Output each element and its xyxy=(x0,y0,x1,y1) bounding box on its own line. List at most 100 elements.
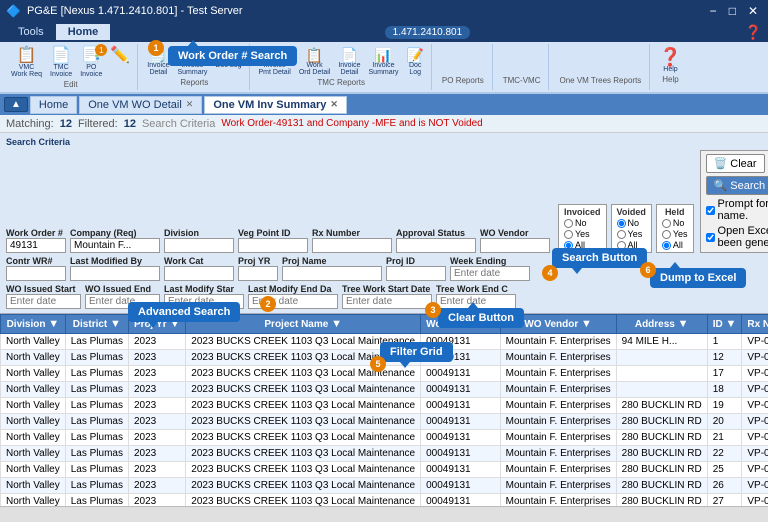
prompt-excel-checkbox-row[interactable]: Prompt for Excel file name. xyxy=(706,198,768,222)
wo-issued-end-input[interactable] xyxy=(85,294,160,309)
col-wo-vendor[interactable]: WO Vendor ▼ xyxy=(500,315,616,334)
window-controls[interactable]: − □ ✕ xyxy=(706,4,762,18)
tmc-doc-log-btn[interactable]: 📝 DocLog xyxy=(403,46,426,78)
proj-name-input[interactable] xyxy=(282,266,382,281)
rx-number-label: Rx Number xyxy=(312,228,392,238)
badge-1: 1 xyxy=(95,44,107,56)
edit-button[interactable]: ✏️ xyxy=(107,46,133,80)
close-button[interactable]: ✕ xyxy=(744,4,762,18)
nav-tab-inv-summary[interactable]: One VM Inv Summary ✕ xyxy=(204,96,347,114)
table-row[interactable]: North ValleyLas Plumas20232023 BUCKS CRE… xyxy=(1,462,768,478)
col-proj-yr[interactable]: Proj Yr ▼ xyxy=(128,315,185,334)
table-row[interactable]: North ValleyLas Plumas20232023 BUCKS CRE… xyxy=(1,382,768,398)
table-cell: Las Plumas xyxy=(65,382,128,398)
table-row[interactable]: North ValleyLas Plumas20232023 BUCKS CRE… xyxy=(1,366,768,382)
nav-back-button[interactable]: ▲ xyxy=(4,97,28,112)
wo-issued-start-input[interactable] xyxy=(6,294,81,309)
table-cell: VP-07411672 xyxy=(742,446,768,462)
work-ord-detail-btn[interactable]: 📋 WorkOrd Detail xyxy=(296,46,334,78)
tree-work-start-input[interactable] xyxy=(342,294,432,309)
wo-vendor-input[interactable] xyxy=(480,238,550,253)
invoice-detail-btn[interactable]: 🗒️ InvoiceDetail xyxy=(144,46,172,78)
table-cell: 280 BUCKLIN RD xyxy=(616,430,707,446)
tree-work-end-input[interactable] xyxy=(436,294,516,309)
ribbon-group-help: ❓ Help Help xyxy=(652,44,688,90)
held-no-option[interactable]: No xyxy=(662,218,688,228)
company-input[interactable] xyxy=(70,238,160,253)
inv-summary-tab-close[interactable]: ✕ xyxy=(330,99,338,110)
table-cell: VP-07411683 xyxy=(742,478,768,494)
last-modify-end-input[interactable] xyxy=(248,294,338,309)
tmc-invoice-summary-btn[interactable]: 📊 InvoiceSummary xyxy=(366,46,402,78)
minimize-button[interactable]: − xyxy=(706,4,721,18)
held-all-option[interactable]: All xyxy=(662,240,688,250)
table-row[interactable]: North ValleyLas Plumas20232023 BUCKS CRE… xyxy=(1,414,768,430)
prompt-excel-checkbox[interactable] xyxy=(706,206,715,215)
invoiced-no-option[interactable]: No xyxy=(564,218,601,228)
rx-number-input[interactable] xyxy=(312,238,392,253)
col-rx-number[interactable]: Rx Number ▼ xyxy=(742,315,768,334)
table-row[interactable]: North ValleyLas Plumas20232023 BUCKS CRE… xyxy=(1,334,768,350)
tab-tools[interactable]: Tools xyxy=(6,24,56,40)
work-cat-input[interactable] xyxy=(164,266,234,281)
proj-yr-input[interactable] xyxy=(238,266,278,281)
work-order-input[interactable] xyxy=(6,238,66,253)
contr-wr-label: Contr WR# xyxy=(6,256,66,266)
table-cell: 280 BUCKLIN RD xyxy=(616,478,707,494)
invoice-summary-btn[interactable]: 📊 InvoiceSummary xyxy=(174,46,210,78)
col-work-order[interactable]: Work Order ▼ xyxy=(421,315,501,334)
table-cell: 19 xyxy=(707,398,742,414)
tmc-invoice-button[interactable]: 📄 TMCInvoice xyxy=(47,46,75,80)
table-row[interactable]: North ValleyLas Plumas20232023 BUCKS CRE… xyxy=(1,478,768,494)
filtered-count: 12 xyxy=(124,118,136,130)
week-ending-input[interactable] xyxy=(450,266,530,281)
division-input[interactable] xyxy=(164,238,234,253)
contr-wr-input[interactable] xyxy=(6,266,66,281)
table-cell: 00049131 xyxy=(421,382,501,398)
open-excel-checkbox-row[interactable]: Open Excel after it's been generated. xyxy=(706,225,768,249)
held-yes-option[interactable]: Yes xyxy=(662,229,688,239)
table-row[interactable]: North ValleyLas Plumas20232023 BUCKS CRE… xyxy=(1,446,768,462)
table-cell: Mountain F. Enterprises xyxy=(500,430,616,446)
table-row[interactable]: North ValleyLas Plumas20232023 BUCKS CRE… xyxy=(1,350,768,366)
vmc-work-req-button[interactable]: 📋 VMCWork Req xyxy=(8,46,45,80)
po-invoice-button[interactable]: 📑 POInvoice 1 xyxy=(77,46,105,80)
col-project-name[interactable]: Project Name ▼ xyxy=(186,315,421,334)
last-mod-by-input[interactable] xyxy=(70,266,160,281)
nav-tab-wo-detail[interactable]: One VM WO Detail ✕ xyxy=(79,96,202,114)
voided-yes-option[interactable]: Yes xyxy=(617,229,646,239)
help-ribbon-btn[interactable]: ❓ Help xyxy=(656,46,684,75)
col-address[interactable]: Address ▼ xyxy=(616,315,707,334)
tab-home[interactable]: Home xyxy=(56,24,111,40)
table-cell: 00049131 xyxy=(421,478,501,494)
table-cell: 2023 xyxy=(128,446,185,462)
search-button[interactable]: 🔍 Search xyxy=(706,176,768,195)
voided-no-option[interactable]: No xyxy=(617,218,646,228)
nav-tab-home[interactable]: Home xyxy=(30,96,77,114)
table-cell: 2023 xyxy=(128,350,185,366)
doc-log-btn[interactable]: 📋 Doc Log xyxy=(212,46,244,78)
open-excel-checkbox[interactable] xyxy=(706,233,715,242)
proj-id-input[interactable] xyxy=(386,266,446,281)
approval-status-input[interactable] xyxy=(396,238,476,253)
col-district[interactable]: District ▼ xyxy=(65,315,128,334)
clear-button[interactable]: 🗑️ Clear xyxy=(706,154,765,173)
maximize-button[interactable]: □ xyxy=(725,4,740,18)
table-row[interactable]: North ValleyLas Plumas20232023 BUCKS CRE… xyxy=(1,398,768,414)
proj-name-field: Proj Name xyxy=(282,256,382,281)
veg-point-input[interactable] xyxy=(238,238,308,253)
last-modify-start-input[interactable] xyxy=(164,294,244,309)
tmc-invoice-detail-btn[interactable]: 📄 InvoiceDetail xyxy=(335,46,363,78)
invoice-pmt-detail-btn[interactable]: 🧾 InvoicePmt Detail xyxy=(256,46,294,78)
wo-detail-tab-close[interactable]: ✕ xyxy=(186,99,194,110)
voided-all-option[interactable]: All xyxy=(617,240,646,250)
help-icon[interactable]: ❓ xyxy=(745,24,762,41)
invoiced-all-option[interactable]: All xyxy=(564,240,601,250)
ribbon-group-reports: 🗒️ InvoiceDetail 📊 InvoiceSummary 📋 Doc … xyxy=(140,44,249,90)
tree-work-end-label: Tree Work End C xyxy=(436,284,516,294)
invoiced-yes-option[interactable]: Yes xyxy=(564,229,601,239)
table-row[interactable]: North ValleyLas Plumas20232023 BUCKS CRE… xyxy=(1,430,768,446)
col-id[interactable]: ID ▼ xyxy=(707,315,742,334)
col-division[interactable]: Division ▼ xyxy=(1,315,66,334)
matching-label: Matching: xyxy=(6,118,54,130)
